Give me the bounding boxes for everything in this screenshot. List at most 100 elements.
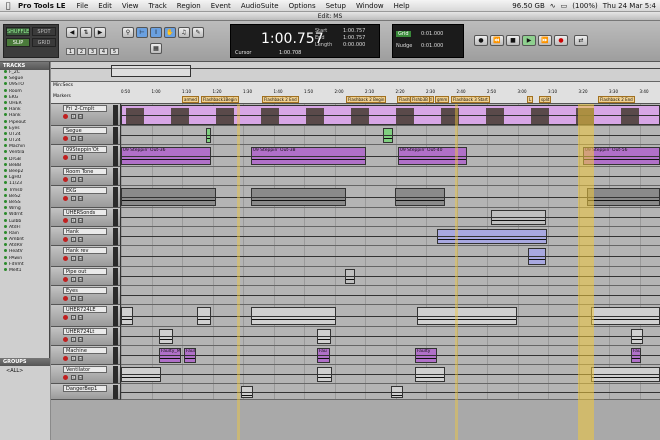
marker[interactable]: Flshb3B [410,96,430,103]
track-visible-icon[interactable] [4,230,7,234]
track-visible-icon[interactable] [4,100,7,104]
track-header[interactable]: Segue S M [51,126,121,145]
record-enable-icon[interactable] [63,296,68,301]
track-visible-icon[interactable] [4,119,7,123]
solo-button[interactable]: S [71,375,76,380]
wifi-icon[interactable]: ∿ [550,2,556,10]
track-visible-icon[interactable] [4,88,7,92]
smart-tool-icon[interactable]: ▦ [150,43,162,54]
shuffle-mode-button[interactable]: SHUFFLE [6,27,30,36]
solo-button[interactable]: S [71,196,76,201]
mute-button[interactable]: M [78,177,83,182]
track-name[interactable]: Fri_2-Cmplt [63,105,107,112]
menu-region[interactable]: Region [172,2,206,10]
track-visible-icon[interactable] [4,156,7,160]
track-header[interactable]: Ventilator S M [51,365,121,384]
battery-icon[interactable]: ▭ [561,2,568,10]
track-header[interactable]: Eyes S M [51,286,121,305]
record-enable-icon[interactable] [63,256,68,261]
track-name[interactable]: EKG [63,187,107,194]
track-visible-icon[interactable] [4,249,7,253]
track-visible-icon[interactable] [4,125,7,129]
track-visible-icon[interactable] [4,212,7,216]
track-visible-icon[interactable] [4,261,7,265]
track-header[interactable]: DangerBep1 [51,384,121,400]
marker[interactable]: split [539,96,552,103]
mute-button[interactable]: M [78,114,83,119]
track-header[interactable]: UHER724LE S M [51,305,121,327]
solo-button[interactable]: S [71,337,76,342]
track-visible-icon[interactable] [4,255,7,259]
mute-button[interactable]: M [78,277,83,282]
record-enable-icon[interactable] [63,218,68,223]
track-visible-icon[interactable] [4,224,7,228]
marker[interactable]: L [527,96,534,103]
track-visible-icon[interactable] [4,199,7,203]
track-visible-icon[interactable] [4,181,7,185]
waveform-zoom-icon[interactable]: ⇅ [80,27,92,38]
marker[interactable]: Flashback 3 Start [451,96,490,103]
mute-button[interactable]: M [78,155,83,160]
fast-forward-icon[interactable]: ⏩ [538,35,552,46]
apple-menu-icon[interactable]:  [0,1,16,10]
record-icon[interactable]: ● [554,35,568,46]
online-icon[interactable]: ● [474,35,488,46]
record-enable-icon[interactable] [63,337,68,342]
track-visible-icon[interactable] [4,150,7,154]
track-header[interactable]: UHERSonds S M [51,208,121,227]
solo-button[interactable]: S [71,136,76,141]
record-enable-icon[interactable] [63,177,68,182]
track-visible-icon[interactable] [4,162,7,166]
marker[interactable]: Flashback 2 Begin [346,96,387,103]
main-counter[interactable]: 1:00.757 Cursor 1:00.708 Start 1:00.757 … [230,24,380,58]
zoom-preset-4[interactable]: 4 [99,48,108,55]
grid-label[interactable]: Grid [396,31,411,37]
zoom-preset-3[interactable]: 3 [88,48,97,55]
spot-mode-button[interactable]: SPOT [32,27,56,36]
pencil-tool-icon[interactable]: ✎ [192,27,204,38]
solo-button[interactable]: S [71,237,76,242]
mute-button[interactable]: M [78,337,83,342]
track-header[interactable]: Machine S M [51,346,121,365]
track-header[interactable]: Room Tone S M [51,167,121,186]
tracks-panel-title[interactable]: TRACKS [0,62,49,70]
scrubber-tool-icon[interactable]: ♫ [178,27,190,38]
track-visible-icon[interactable] [4,169,7,172]
zoom-preset-2[interactable]: 2 [77,48,86,55]
record-enable-icon[interactable] [63,315,68,320]
slip-mode-button[interactable]: SLIP [6,38,30,47]
solo-button[interactable]: S [71,315,76,320]
menu-file[interactable]: File [72,2,94,10]
track-visible-icon[interactable] [4,206,7,210]
track-visible-icon[interactable] [4,70,7,73]
track-name[interactable]: DangerBep1 [63,385,107,392]
tracklist-item[interactable]: Melt1 [0,268,49,274]
record-enable-icon[interactable] [63,375,68,380]
mute-button[interactable]: M [78,136,83,141]
track-name[interactable]: Pipe out [63,268,107,275]
record-enable-icon[interactable] [63,196,68,201]
track-visible-icon[interactable] [4,113,7,117]
grid-mode-button[interactable]: GRID [32,38,56,47]
track-header[interactable]: 09Steppin'Ot S M [51,145,121,167]
track-name[interactable]: 09Steppin'Ot [63,146,107,153]
menu-setup[interactable]: Setup [321,2,351,10]
track-name[interactable]: Segue [63,127,107,134]
nudge-value[interactable]: 0:01.000 [421,43,443,49]
track-name[interactable]: UHER724Lt [63,328,107,335]
mute-button[interactable]: M [78,256,83,261]
menu-track[interactable]: Track [143,2,171,10]
track-header[interactable]: UHER724Lt S M [51,327,121,346]
menu-audiosuite[interactable]: AudioSuite [236,2,284,10]
mute-button[interactable]: M [78,237,83,242]
track-visible-icon[interactable] [4,76,7,80]
menu-options[interactable]: Options [284,2,321,10]
track-visible-icon[interactable] [4,218,7,222]
marker[interactable]: Flashback 2 End [262,96,299,103]
solo-button[interactable]: S [71,155,76,160]
record-enable-icon[interactable] [63,277,68,282]
grabber-tool-icon[interactable]: ✋ [164,27,176,38]
mute-button[interactable]: M [78,315,83,320]
record-enable-icon[interactable] [63,114,68,119]
record-enable-icon[interactable] [63,237,68,242]
